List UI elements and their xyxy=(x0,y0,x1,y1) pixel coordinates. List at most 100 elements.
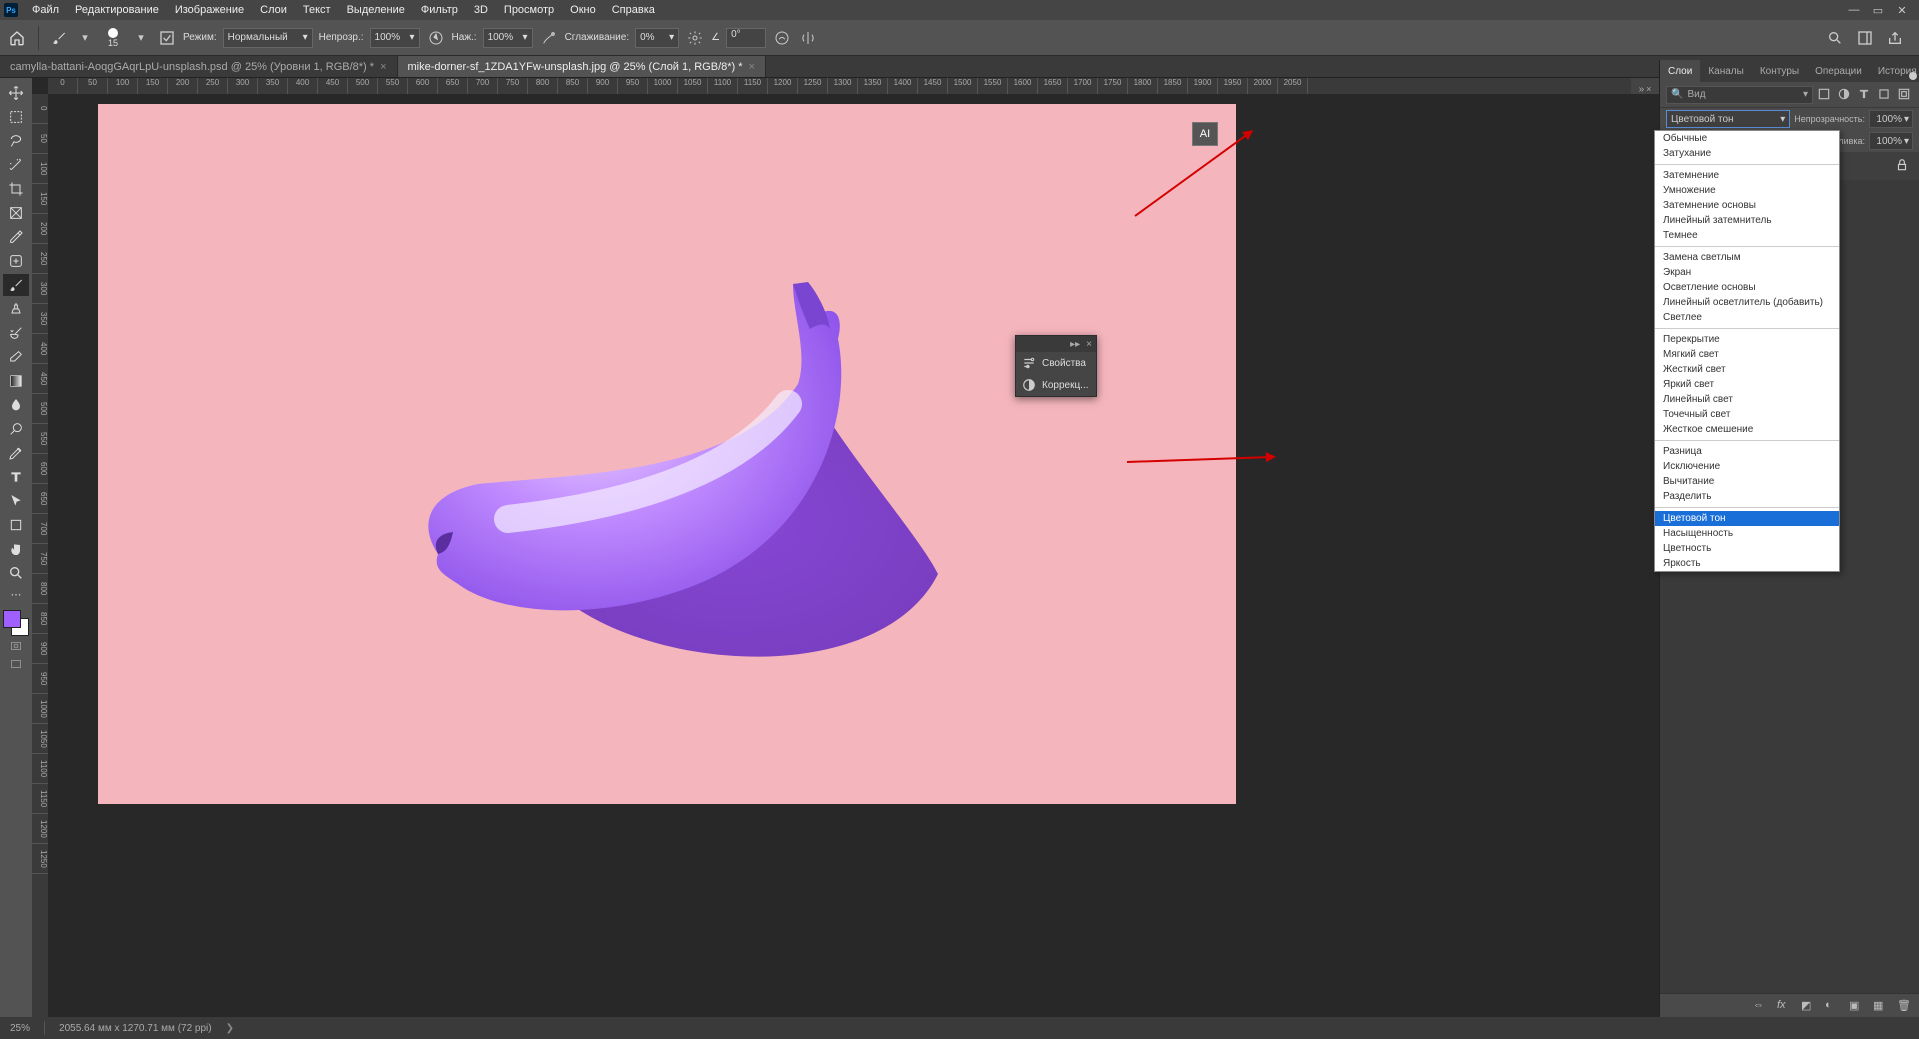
filter-type-icon[interactable] xyxy=(1857,87,1873,103)
filter-adjustment-icon[interactable] xyxy=(1837,87,1853,103)
link-layers-icon[interactable]: ⇔ xyxy=(1753,999,1767,1013)
blend-mode-option[interactable]: Экран xyxy=(1655,265,1839,280)
filter-shape-icon[interactable] xyxy=(1877,87,1893,103)
new-layer-icon[interactable]: ▦ xyxy=(1873,999,1887,1013)
menu-type[interactable]: Текст xyxy=(295,4,339,16)
eyedropper-tool-icon[interactable] xyxy=(3,226,29,248)
brush-tool-icon[interactable] xyxy=(49,28,69,48)
maximize-icon[interactable]: ▭ xyxy=(1871,3,1885,17)
crop-tool-icon[interactable] xyxy=(3,178,29,200)
blend-mode-option[interactable]: Умножение xyxy=(1655,183,1839,198)
home-icon[interactable] xyxy=(6,27,28,49)
menu-view[interactable]: Просмотр xyxy=(496,4,562,16)
blend-mode-option[interactable]: Линейный затемнитель xyxy=(1655,213,1839,228)
brush-tool-icon[interactable] xyxy=(3,274,29,296)
blend-mode-dropdown[interactable]: ОбычныеЗатуханиеЗатемнениеУмножениеЗатем… xyxy=(1654,130,1840,572)
pressure-opacity-icon[interactable] xyxy=(426,28,446,48)
angle-input[interactable]: 0° xyxy=(726,28,766,48)
blend-mode-option[interactable]: Линейный свет xyxy=(1655,392,1839,407)
zoom-tool-icon[interactable] xyxy=(3,562,29,584)
lasso-tool-icon[interactable] xyxy=(3,130,29,152)
search-icon[interactable] xyxy=(1825,28,1845,48)
marquee-tool-icon[interactable] xyxy=(3,106,29,128)
fill-input[interactable]: 100%▾ xyxy=(1869,132,1913,150)
share-icon[interactable] xyxy=(1885,28,1905,48)
magic-wand-tool-icon[interactable] xyxy=(3,154,29,176)
symmetry-icon[interactable] xyxy=(798,28,818,48)
blend-mode-option[interactable]: Светлее xyxy=(1655,310,1839,325)
canvas[interactable]: AI xyxy=(98,104,1236,804)
close-icon[interactable]: × xyxy=(749,61,755,73)
pressure-size-icon[interactable] xyxy=(772,28,792,48)
menu-edit[interactable]: Редактирование xyxy=(67,4,167,16)
blend-mode-option[interactable]: Вычитание xyxy=(1655,474,1839,489)
adjustments-tab[interactable]: Коррекц... xyxy=(1016,374,1096,396)
blend-mode-option[interactable]: Яркость xyxy=(1655,556,1839,571)
shape-tool-icon[interactable] xyxy=(3,514,29,536)
menu-3d[interactable]: 3D xyxy=(466,4,496,16)
blend-mode-select[interactable]: Цветовой тон ▾ xyxy=(1666,110,1790,128)
menu-filter[interactable]: Фильтр xyxy=(413,4,466,16)
flow-input[interactable]: 100%▾ xyxy=(483,28,533,48)
blend-mode-option[interactable]: Линейный осветлитель (добавить) xyxy=(1655,295,1839,310)
menu-layers[interactable]: Слои xyxy=(252,4,295,16)
menu-window[interactable]: Окно xyxy=(562,4,604,16)
document-info[interactable]: 2055.64 мм x 1270.71 мм (72 ppi) xyxy=(59,1023,212,1034)
workspace-icon[interactable] xyxy=(1855,28,1875,48)
path-selection-tool-icon[interactable] xyxy=(3,490,29,512)
chevron-down-icon[interactable]: ▾ xyxy=(131,28,151,48)
blend-mode-option[interactable]: Яркий свет xyxy=(1655,377,1839,392)
blend-mode-option[interactable]: Точечный свет xyxy=(1655,407,1839,422)
group-icon[interactable]: ▣ xyxy=(1849,999,1863,1013)
gear-icon[interactable] xyxy=(685,28,705,48)
healing-brush-tool-icon[interactable] xyxy=(3,250,29,272)
chevron-right-icon[interactable]: ❯ xyxy=(226,1023,234,1034)
blend-mode-select[interactable]: Нормальный▾ xyxy=(223,28,313,48)
ruler-vertical[interactable]: 0501001502002503003504004505005506006507… xyxy=(32,94,48,1017)
layer-mask-icon[interactable]: ◩ xyxy=(1801,999,1815,1013)
history-brush-tool-icon[interactable] xyxy=(3,322,29,344)
blend-mode-option[interactable]: Замена светлым xyxy=(1655,250,1839,265)
opacity-input[interactable]: 100%▾ xyxy=(1869,110,1913,128)
floating-properties-panel[interactable]: ▸▸ × Свойства Коррекц... xyxy=(1015,335,1097,397)
delete-icon[interactable]: 🗑 xyxy=(1897,999,1911,1013)
tab-actions[interactable]: Операции xyxy=(1807,60,1870,82)
edit-toolbar-icon[interactable]: ⋯ xyxy=(5,586,27,602)
clone-stamp-tool-icon[interactable] xyxy=(3,298,29,320)
brush-preset[interactable]: 15 xyxy=(101,26,125,50)
blend-mode-option[interactable]: Перекрытие xyxy=(1655,332,1839,347)
document-tab-1[interactable]: camylla-battani-AoqgGAqrLpU-unsplash.psd… xyxy=(0,56,398,77)
blend-mode-option[interactable]: Исключение xyxy=(1655,459,1839,474)
canvas-area[interactable]: AI xyxy=(48,94,1659,1017)
blend-mode-option[interactable]: Мягкий свет xyxy=(1655,347,1839,362)
tab-layers[interactable]: Слои xyxy=(1660,60,1700,82)
move-tool-icon[interactable] xyxy=(3,82,29,104)
screen-mode-icon[interactable] xyxy=(5,656,27,672)
close-icon[interactable]: × xyxy=(1086,339,1092,350)
type-tool-icon[interactable] xyxy=(3,466,29,488)
properties-tab[interactable]: Свойства xyxy=(1016,352,1096,374)
blend-mode-option[interactable]: Затемнение xyxy=(1655,168,1839,183)
eraser-tool-icon[interactable] xyxy=(3,346,29,368)
blend-mode-option[interactable]: Цветовой тон xyxy=(1655,511,1839,526)
blend-mode-option[interactable]: Темнее xyxy=(1655,228,1839,243)
layer-filter-select[interactable]: 🔍 Вид ▾ xyxy=(1666,86,1813,104)
opacity-input[interactable]: 100%▾ xyxy=(370,28,420,48)
blend-mode-option[interactable]: Затухание xyxy=(1655,146,1839,161)
hand-tool-icon[interactable] xyxy=(3,538,29,560)
zoom-level[interactable]: 25% xyxy=(10,1023,30,1034)
blend-mode-option[interactable]: Жесткий свет xyxy=(1655,362,1839,377)
panel-header[interactable]: ▸▸ × xyxy=(1016,336,1096,352)
layer-style-icon[interactable]: fx xyxy=(1777,999,1791,1013)
ruler-horizontal[interactable]: 0501001502002503003504004505005506006507… xyxy=(48,78,1659,94)
menu-help[interactable]: Справка xyxy=(604,4,663,16)
menu-file[interactable]: Файл xyxy=(24,4,67,16)
smoothing-input[interactable]: 0%▾ xyxy=(635,28,679,48)
pen-tool-icon[interactable] xyxy=(3,442,29,464)
tab-channels[interactable]: Каналы xyxy=(1700,60,1752,82)
document-tab-2[interactable]: mike-dorner-sf_1ZDA1YFw-unsplash.jpg @ 2… xyxy=(398,56,766,77)
close-icon[interactable]: ✕ xyxy=(1895,3,1909,17)
blend-mode-option[interactable]: Разделить xyxy=(1655,489,1839,504)
blend-mode-option[interactable]: Насыщенность xyxy=(1655,526,1839,541)
blend-mode-option[interactable]: Обычные xyxy=(1655,131,1839,146)
